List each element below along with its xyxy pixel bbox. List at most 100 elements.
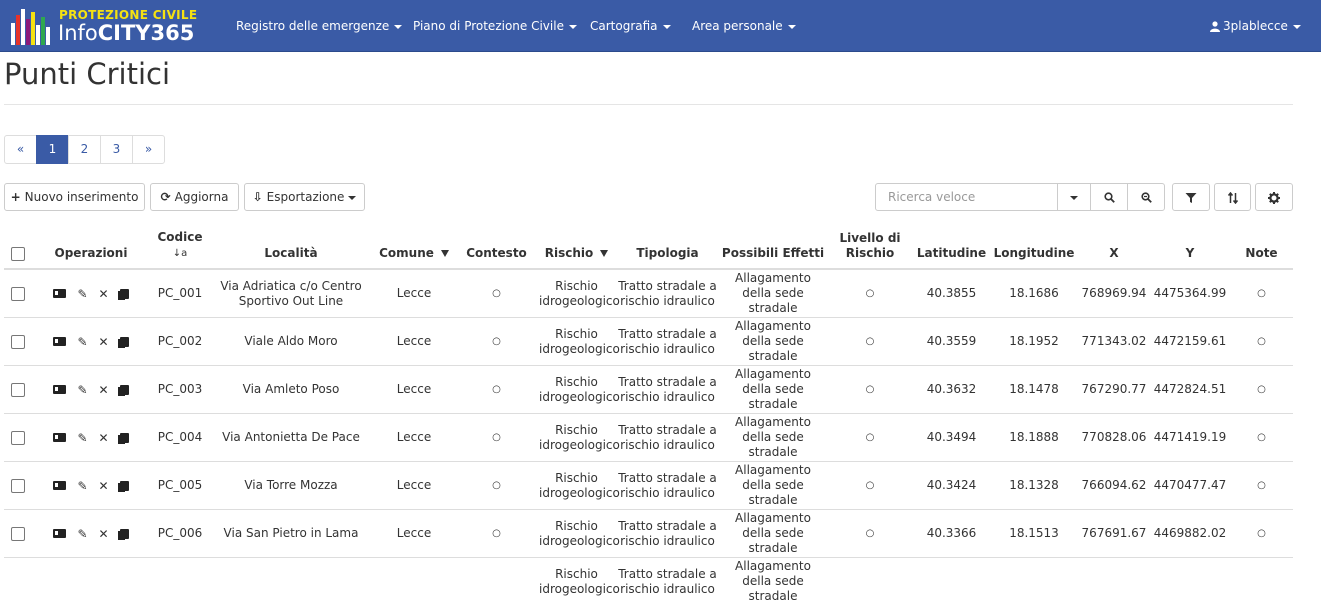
cell-x <box>1078 558 1150 605</box>
cell-note: ○ <box>1230 318 1293 366</box>
sort-asc-icon: ↓a <box>173 248 188 259</box>
filter-icon[interactable] <box>441 250 449 257</box>
view-details-icon[interactable] <box>53 289 66 298</box>
cell-lat: 40.3559 <box>913 318 990 366</box>
edit-pencil-icon[interactable]: ✎ <box>77 384 87 396</box>
cell-contesto: ○ <box>456 318 537 366</box>
col-comune[interactable]: Comune <box>372 226 456 269</box>
cell-effetti: Allagamento della sede stradale <box>719 558 827 605</box>
cell-rischio: Rischio idrogeologico <box>537 558 616 605</box>
cell-comune: Lecce <box>372 510 456 558</box>
view-details-icon[interactable] <box>53 337 66 346</box>
select-all-checkbox[interactable] <box>11 247 25 261</box>
edit-pencil-icon[interactable]: ✎ <box>77 480 87 492</box>
table-row[interactable]: ✎✕PC_004Via Antonietta De PaceLecce○Risc… <box>4 414 1293 462</box>
col-x: X <box>1078 226 1150 269</box>
cell-tipologia: Tratto stradale a rischio idraulico <box>616 510 719 558</box>
col-codice-label: Codice <box>157 230 202 244</box>
cell-y: 4472159.61 <box>1150 318 1230 366</box>
col-codice[interactable]: Codice ↓a <box>150 226 210 269</box>
nav-cartografia[interactable]: Cartografia <box>590 0 671 52</box>
cell-lon: 18.1952 <box>990 318 1078 366</box>
row-checkbox[interactable] <box>11 383 25 397</box>
sort-button[interactable] <box>1214 183 1251 211</box>
row-checkbox[interactable] <box>11 431 25 445</box>
infocity365-logo[interactable]: PROTEZIONE CIVILE InfoCITY365 <box>11 4 196 48</box>
col-rischio[interactable]: Rischio <box>537 226 616 269</box>
nav-registro-emergenze[interactable]: Registro delle emergenze <box>236 0 402 52</box>
pagination-next[interactable]: » <box>132 135 165 164</box>
cell-tipologia: Tratto stradale a rischio idraulico <box>616 366 719 414</box>
copy-icon[interactable] <box>120 529 129 539</box>
col-note: Note <box>1230 226 1293 269</box>
copy-icon[interactable] <box>120 385 129 395</box>
export-button[interactable]: ⇩Esportazione <box>244 183 365 211</box>
view-details-icon[interactable] <box>53 529 66 538</box>
cell-localita: Via San Pietro in Lama <box>210 510 372 558</box>
cell-effetti: Allagamento della sede stradale <box>719 366 827 414</box>
cell-rischio: Rischio idrogeologico <box>537 318 616 366</box>
settings-button[interactable] <box>1255 183 1293 211</box>
edit-pencil-icon[interactable]: ✎ <box>77 432 87 444</box>
caret-down-icon <box>569 25 577 29</box>
cell-livello: ○ <box>827 366 913 414</box>
table-row[interactable]: ✎✕PC_006Via San Pietro in LamaLecce○Risc… <box>4 510 1293 558</box>
view-details-icon[interactable] <box>53 433 66 442</box>
cell-note: ○ <box>1230 414 1293 462</box>
cell-codice: PC_005 <box>150 462 210 510</box>
cell-tipologia: Tratto stradale a rischio idraulico <box>616 269 719 318</box>
table-row[interactable]: ✎✕PC_002Viale Aldo MoroLecce○Rischio idr… <box>4 318 1293 366</box>
delete-icon[interactable]: ✕ <box>99 288 109 300</box>
refresh-button[interactable]: ⟳Aggiorna <box>150 183 239 211</box>
quick-search-input[interactable]: Ricerca veloce <box>875 183 1058 211</box>
copy-icon[interactable] <box>120 481 129 491</box>
delete-icon[interactable]: ✕ <box>99 480 109 492</box>
user-menu[interactable]: 3plablecce <box>1210 0 1301 52</box>
table-row[interactable]: Rischio idrogeologicoTratto stradale a r… <box>4 558 1293 605</box>
copy-icon[interactable] <box>120 337 129 347</box>
copy-icon[interactable] <box>120 289 129 299</box>
table-row[interactable]: ✎✕PC_005Via Torre MozzaLecce○Rischio idr… <box>4 462 1293 510</box>
refresh-icon: ⟳ <box>161 190 171 204</box>
filter-button[interactable] <box>1172 183 1210 211</box>
brand-city365: CITY365 <box>98 21 195 45</box>
edit-pencil-icon[interactable]: ✎ <box>77 336 87 348</box>
pagination-page-3[interactable]: 3 <box>100 135 133 164</box>
col-longitudine: Longitudine <box>990 226 1078 269</box>
zoom-out-search-button[interactable] <box>1127 183 1165 211</box>
delete-icon[interactable]: ✕ <box>99 528 109 540</box>
pagination-page-2[interactable]: 2 <box>68 135 101 164</box>
search-icon <box>1104 192 1115 203</box>
nav-area-personale[interactable]: Area personale <box>692 0 796 52</box>
delete-icon[interactable]: ✕ <box>99 432 109 444</box>
filter-icon[interactable] <box>600 250 608 257</box>
caret-down-icon <box>348 196 356 200</box>
new-entry-button[interactable]: +Nuovo inserimento <box>4 183 145 211</box>
pagination-page-1[interactable]: 1 <box>36 135 69 164</box>
copy-icon[interactable] <box>120 433 129 443</box>
pagination-prev[interactable]: « <box>4 135 37 164</box>
search-button[interactable] <box>1090 183 1128 211</box>
delete-icon[interactable]: ✕ <box>99 336 109 348</box>
row-checkbox[interactable] <box>11 287 25 301</box>
cell-localita: Via Antonietta De Pace <box>210 414 372 462</box>
table-row[interactable]: ✎✕PC_001Via Adriatica c/o Centro Sportiv… <box>4 269 1293 318</box>
view-details-icon[interactable] <box>53 385 66 394</box>
row-checkbox[interactable] <box>11 335 25 349</box>
cell-comune: Lecce <box>372 318 456 366</box>
view-details-icon[interactable] <box>53 481 66 490</box>
cell-comune: Lecce <box>372 462 456 510</box>
delete-icon[interactable]: ✕ <box>99 384 109 396</box>
nav-piano-protezione-civile[interactable]: Piano di Protezione Civile <box>413 0 577 52</box>
row-checkbox[interactable] <box>11 527 25 541</box>
search-options-dropdown[interactable] <box>1057 183 1091 211</box>
cell-livello: ○ <box>827 414 913 462</box>
edit-pencil-icon[interactable]: ✎ <box>77 528 87 540</box>
page-title: Punti Critici <box>4 56 170 92</box>
row-checkbox[interactable] <box>11 479 25 493</box>
table-row[interactable]: ✎✕PC_003Via Amleto PosoLecce○Rischio idr… <box>4 366 1293 414</box>
operations-cell: ✎✕ <box>32 269 150 318</box>
cell-lat <box>913 558 990 605</box>
edit-pencil-icon[interactable]: ✎ <box>77 288 87 300</box>
cell-contesto: ○ <box>456 366 537 414</box>
